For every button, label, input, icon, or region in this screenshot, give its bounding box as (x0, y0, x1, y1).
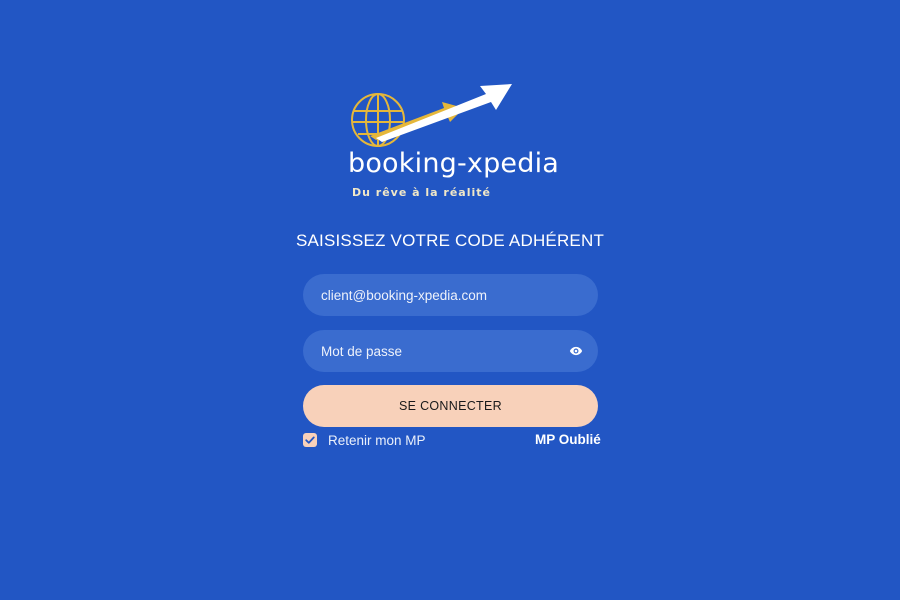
brand-logo: booking-xpedia Du rêve à la réalité (340, 74, 560, 204)
eye-icon[interactable] (569, 344, 583, 358)
login-button[interactable]: SE CONNECTER (303, 385, 598, 427)
brand-tagline: Du rêve à la réalité (352, 186, 491, 199)
remember-password-toggle[interactable]: Retenir mon MP (303, 432, 426, 448)
brand-name: booking-xpedia (348, 148, 560, 179)
check-icon (305, 436, 315, 444)
remember-label: Retenir mon MP (328, 432, 426, 448)
email-input[interactable] (321, 274, 561, 316)
page-title: SAISISSEZ VOTRE CODE ADHÉRENT (295, 231, 605, 250)
remember-checkbox[interactable] (303, 433, 317, 447)
password-input[interactable] (321, 330, 561, 372)
globe-arrow-logo-icon (351, 84, 512, 147)
email-field-container (303, 274, 598, 316)
password-field-container (303, 330, 598, 372)
forgot-password-link[interactable]: MP Oublié (535, 432, 601, 447)
